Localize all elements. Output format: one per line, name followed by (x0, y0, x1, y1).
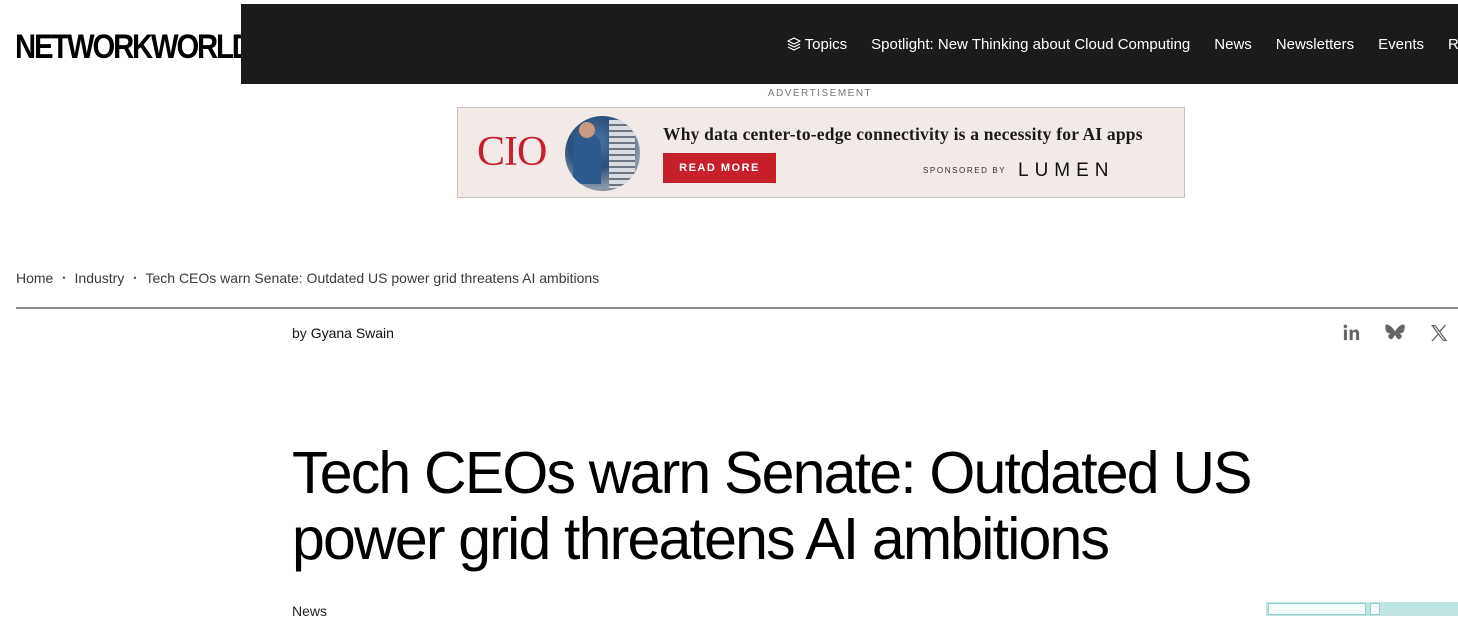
x-icon (1431, 325, 1448, 341)
breadcrumb-separator: • (133, 273, 137, 283)
nav-item-topics[interactable]: Topics (786, 35, 848, 53)
main-nav: Topics Spotlight: New Thinking about Clo… (241, 4, 1458, 84)
nav-item-events[interactable]: Events (1378, 36, 1424, 53)
ad-sponsored-label: SPONSORED BY (923, 166, 1007, 175)
ad-headline: Why data center-to-edge connectivity is … (663, 124, 1143, 144)
widget-control[interactable] (1370, 603, 1380, 615)
server-rack-image (609, 120, 635, 188)
widget-field[interactable] (1268, 603, 1366, 615)
nav-list: Topics Spotlight: New Thinking about Clo… (786, 4, 1458, 84)
ad-banner[interactable]: CIO Why data center-to-edge connectivity… (457, 107, 1185, 198)
byline-prefix: by (292, 325, 307, 341)
share-bluesky-button[interactable] (1384, 323, 1406, 343)
person-head-image (579, 122, 595, 138)
breadcrumb-separator: • (62, 273, 66, 283)
breadcrumb-industry[interactable]: Industry (75, 270, 125, 286)
author-link[interactable]: Gyana Swain (311, 325, 394, 341)
share-linkedin-button[interactable] (1342, 323, 1361, 342)
nav-item-spotlight[interactable]: Spotlight: New Thinking about Cloud Comp… (871, 36, 1190, 53)
ad-photo (565, 116, 640, 191)
linkedin-icon (1343, 324, 1360, 341)
breadcrumb-home[interactable]: Home (16, 270, 53, 286)
layers-icon (787, 37, 801, 51)
article-category[interactable]: News (292, 603, 327, 619)
nav-item-label: Topics (804, 35, 848, 53)
breadcrumb-current: Tech CEOs warn Senate: Outdated US power… (145, 270, 600, 286)
logo-area: NETWORKWORLD (0, 4, 253, 84)
ad-sponsor-logo: LUMEN (1018, 160, 1115, 181)
article-title: Tech CEOs warn Senate: Outdated US power… (292, 440, 1253, 572)
advertisement-label: ADVERTISEMENT (767, 88, 873, 99)
nav-item-newsletters[interactable]: Newsletters (1276, 36, 1354, 53)
bluesky-icon (1385, 324, 1405, 340)
breadcrumb: Home • Industry • Tech CEOs warn Senate:… (16, 270, 599, 286)
divider (16, 307, 1458, 309)
floating-widget[interactable] (1266, 602, 1458, 616)
nav-item-news[interactable]: News (1214, 36, 1252, 53)
ad-read-more-button[interactable]: READ MORE (663, 153, 776, 183)
byline: by Gyana Swain (292, 325, 394, 341)
share-x-button[interactable] (1429, 323, 1449, 343)
ad-brand-logo: CIO (477, 129, 547, 175)
nav-item-truncated[interactable]: R (1448, 36, 1458, 53)
site-logo[interactable]: NETWORKWORLD (15, 30, 253, 64)
site-header: NETWORKWORLD Topics Spotlight: New Think… (0, 0, 1458, 84)
person-body-image (573, 134, 601, 184)
